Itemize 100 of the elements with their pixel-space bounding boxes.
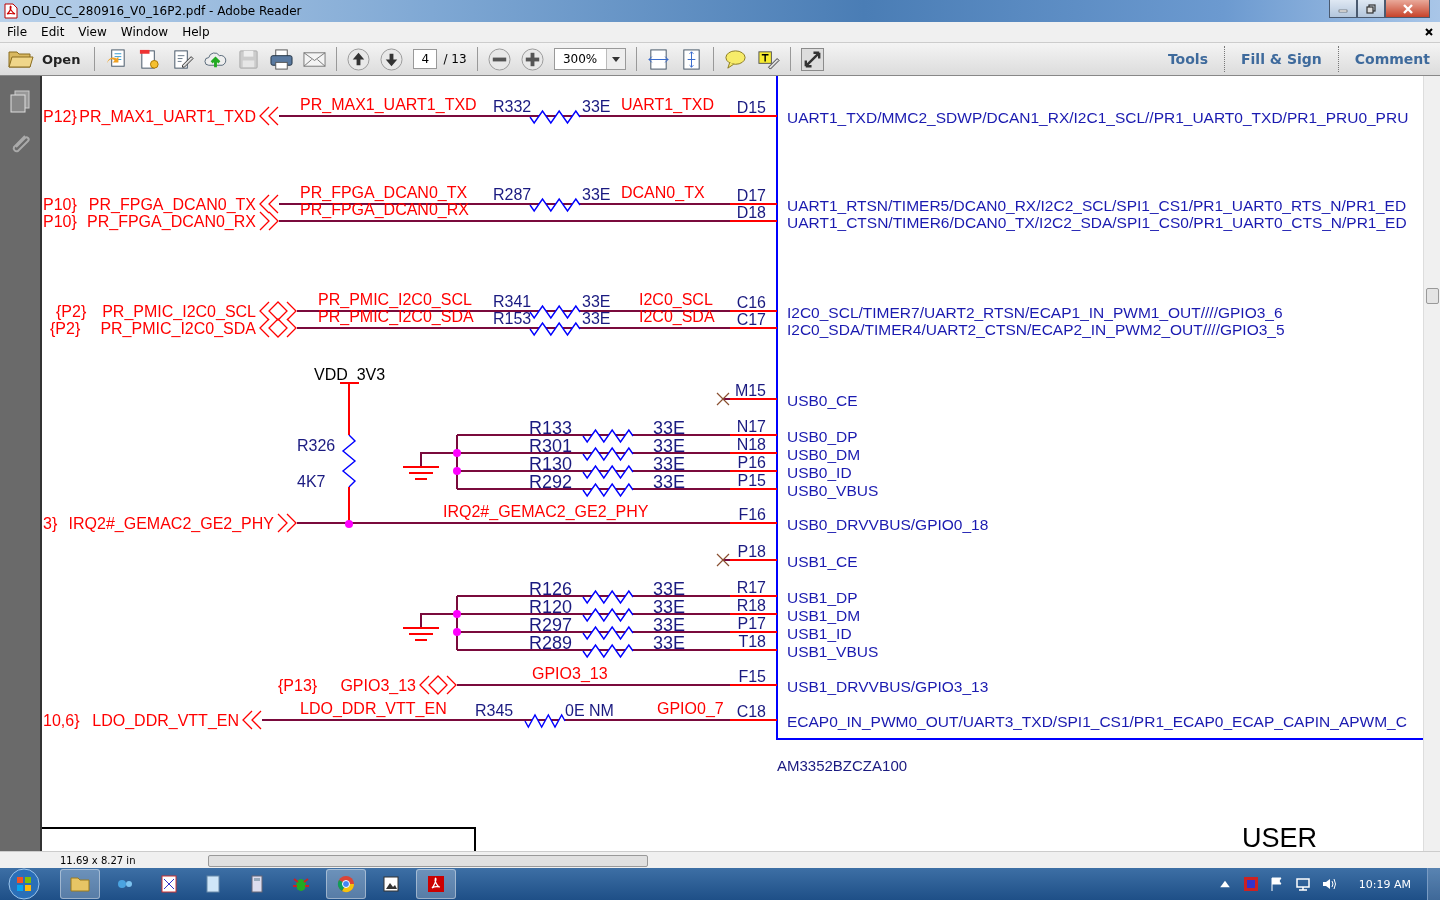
offpage-connector — [277, 513, 297, 533]
net-label: PR_PMIC_I2C0_SCL — [318, 291, 472, 308]
panel-tab[interactable]: Fill & Sign — [1234, 51, 1328, 67]
resistor-value: 33E — [653, 418, 686, 438]
sheet-reference: 10,6} — [43, 712, 80, 729]
offpage-connector — [259, 106, 279, 126]
pad-name: USB1_DM — [787, 607, 861, 624]
open-button[interactable]: Open — [8, 49, 85, 69]
resistor-reference: R287 — [493, 186, 532, 203]
resistor-value: 33E — [653, 633, 686, 653]
offpage-connector — [259, 194, 279, 214]
pin-number: P17 — [737, 615, 766, 632]
offpage-connector — [419, 675, 457, 695]
document-gear-icon[interactable] — [138, 47, 162, 71]
offpage-connector — [242, 710, 262, 730]
resistor-reference: R153 — [493, 310, 532, 327]
maximize-button[interactable] — [1357, 0, 1385, 18]
pad-name: USB0_DRVVBUS/GPIO0_18 — [787, 516, 989, 533]
no-connect-mark — [716, 553, 730, 567]
folder-icon — [8, 49, 34, 69]
zoom-out-icon[interactable] — [487, 47, 511, 71]
offpage-connector — [259, 211, 279, 231]
menu-item[interactable]: Edit — [34, 25, 72, 39]
expand-icon[interactable] — [800, 47, 824, 71]
pad-name: USB1_DP — [787, 589, 858, 606]
menu-item[interactable]: View — [71, 25, 114, 39]
resistor-symbol — [582, 625, 634, 641]
page-count: / 13 — [443, 52, 467, 66]
port-net-name: PR_MAX1_UART1_TXD — [79, 108, 256, 125]
pad-name: UART1_CTSN/TIMER6/DCAN0_TX/I2C2_SDA/SPI1_CS0/PR1_UART0_CTS_N/PR1_ED — [787, 214, 1407, 231]
resistor-value: 33E — [653, 454, 686, 474]
print-icon[interactable] — [270, 47, 294, 71]
menu-item[interactable]: File — [0, 25, 35, 39]
document-pencil-icon[interactable] — [171, 47, 195, 71]
resistor-symbol — [529, 197, 581, 213]
pad-name: I2C0_SDA/TIMER4/UART2_CTSN/ECAP2_IN_PWM2_OUT////GPIO3_5 — [787, 321, 1285, 338]
notepad-icon[interactable] — [203, 874, 223, 894]
net-label: PR_MAX1_UART1_TXD — [300, 96, 477, 113]
sheet-reference: {P2} — [56, 303, 87, 320]
resistor-symbol — [524, 713, 566, 729]
pad-name: USB0_ID — [787, 464, 852, 481]
caret-icon — [611, 56, 620, 62]
resistor-reference: R301 — [529, 436, 573, 456]
minimize-button[interactable] — [1329, 0, 1357, 18]
zoom-in-icon[interactable] — [520, 47, 544, 71]
no-connect-mark — [716, 392, 730, 406]
sheet-reference: {P13} — [278, 677, 318, 694]
resistor-reference: R345 — [475, 702, 514, 719]
clock[interactable]: 10:19 AM — [1358, 877, 1411, 891]
resistor-symbol — [582, 589, 634, 605]
close-icon[interactable] — [1424, 27, 1434, 37]
sheet-reference: P10} — [43, 196, 77, 213]
picture-icon[interactable] — [381, 874, 401, 894]
resistor-symbol — [529, 304, 581, 320]
close-button[interactable] — [1385, 0, 1430, 18]
net-label: PR_PMIC_I2C0_SDA — [318, 308, 474, 325]
port-net-name: PR_PMIC_I2C0_SCL — [102, 303, 256, 320]
resistor-symbol — [582, 464, 634, 480]
start-button-icon[interactable] — [8, 868, 40, 900]
pin-number: N17 — [736, 418, 766, 435]
image-tool-icon[interactable] — [159, 874, 179, 894]
speech-bubble-icon[interactable] — [723, 47, 747, 71]
resistor-reference: R341 — [493, 293, 532, 310]
part-number: AM3352BZCZA100 — [777, 757, 908, 774]
zoom-dropdown[interactable]: 300% — [553, 48, 626, 70]
junction-dot — [453, 449, 461, 457]
panel-tab[interactable]: Comment — [1348, 51, 1436, 67]
flag-icon[interactable] — [1268, 876, 1285, 892]
pin-number: P18 — [737, 543, 766, 560]
pad-name: USB1_VBUS — [787, 643, 879, 660]
folder-icon[interactable] — [70, 874, 90, 894]
pin-number: D18 — [736, 204, 766, 221]
resistor-value: 33E — [582, 98, 611, 115]
sheet-reference: P12} — [43, 108, 77, 125]
port-net-name: PR_FPGA_DCAN0_TX — [88, 196, 256, 213]
menu-item[interactable]: Window — [113, 25, 176, 39]
pin-net-name: DCAN0_TX — [621, 184, 705, 201]
ground-symbol — [402, 627, 440, 641]
port-net-name: IRQ2#_GEMAC2_GE2_PHY — [68, 515, 274, 532]
junction-dot — [453, 610, 461, 618]
net-label: LDO_DDR_VTT_EN — [300, 700, 447, 717]
resistor-value: 33E — [582, 186, 611, 203]
vertical-scrollbar[interactable] — [1423, 76, 1440, 851]
fit-width-icon[interactable] — [646, 47, 670, 71]
menu-item[interactable]: Help — [175, 25, 217, 39]
pin-net-name: UART1_TXD — [621, 96, 715, 113]
speaker-icon[interactable] — [1320, 876, 1337, 892]
resistor-symbol — [582, 607, 634, 623]
pdf-reader-icon[interactable] — [426, 874, 446, 894]
pages-icon[interactable] — [9, 90, 31, 114]
resistor-reference: R297 — [529, 615, 573, 635]
resistor-symbol — [582, 428, 634, 444]
page-number-field[interactable]: 4 — [413, 49, 438, 69]
close-icon — [1401, 2, 1414, 15]
panel-tab[interactable]: Tools — [1161, 51, 1214, 67]
pin-number: P15 — [737, 472, 766, 489]
resistor-reference: R126 — [529, 579, 573, 599]
resistor-value: 4K7 — [297, 473, 326, 490]
pin-number: N18 — [736, 436, 766, 453]
browser-icon[interactable] — [336, 874, 356, 894]
